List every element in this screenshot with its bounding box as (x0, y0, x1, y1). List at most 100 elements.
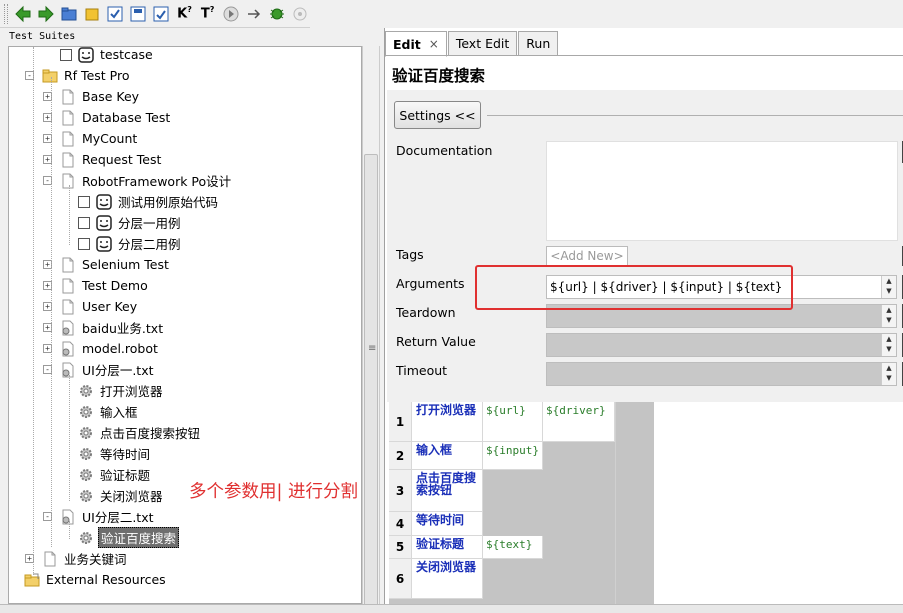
grid-row-number[interactable]: 4 (389, 512, 412, 536)
tree-item[interactable]: - UI分层一.txt (43, 359, 156, 380)
tab-run-label: Run (526, 36, 551, 51)
grid-argument-cell[interactable]: ${url} (483, 402, 543, 442)
tree-item-label: Database Test (82, 110, 171, 125)
tree-item[interactable]: + Base Key (43, 86, 141, 107)
timeout-field[interactable]: ▲ ▼ (546, 362, 897, 386)
test-checkbox[interactable] (78, 216, 90, 229)
tree-item[interactable]: 分层一用例 (61, 212, 183, 233)
toolbar-grip[interactable] (4, 3, 8, 24)
grid-keyword-cell[interactable]: 打开浏览器 (412, 402, 483, 442)
tree-item[interactable]: + 业务关键词 (25, 548, 129, 569)
tree-item[interactable]: + model.robot (43, 338, 160, 359)
grid-keyword-cell[interactable]: 关闭浏览器 (412, 559, 483, 599)
test-suites-tree[interactable]: testcase - Rf Test Pro + Base Key + Database T… (8, 46, 362, 604)
tree-item[interactable]: 等待时间 (61, 443, 152, 464)
grid-row-number[interactable]: 5 (389, 536, 412, 559)
tree-item-label: 点击百度搜索按钮 (100, 426, 201, 441)
tree-item[interactable]: - Rf Test Pro (25, 65, 131, 86)
grid-keyword-cell[interactable]: 输入框 (412, 442, 483, 470)
tree-item[interactable]: + baidu业务.txt (43, 317, 165, 338)
open-directory-button[interactable] (82, 3, 102, 24)
tree-item-label: model.robot (82, 341, 158, 356)
grid-row-number[interactable]: 6 (389, 559, 412, 599)
tree-item-label: UI分层一.txt (82, 363, 154, 378)
tree-item[interactable]: + User Key (43, 296, 139, 317)
tree-item[interactable]: 打开浏览器 (61, 380, 165, 401)
close-icon[interactable]: × (429, 37, 439, 51)
keyword-grid[interactable]: 1 打开浏览器 ${url} ${driver} 2 输入框 ${input} 3 点击百度搜索… (389, 402, 654, 608)
tree-item[interactable]: 测试用例原始代码 (61, 191, 220, 212)
timeout-spinner[interactable]: ▲ ▼ (881, 363, 896, 385)
tree-item[interactable]: 分层二用例 (61, 233, 183, 254)
settings-toggle-button[interactable]: Settings << (394, 101, 481, 129)
tree-item[interactable]: testcase (43, 47, 155, 65)
tab-edit[interactable]: Edit × (385, 31, 447, 57)
save-all-button[interactable] (128, 3, 148, 24)
grid-row-number[interactable]: 1 (389, 402, 412, 442)
grid-column-divider (615, 402, 616, 608)
grid-row-number[interactable]: 2 (389, 442, 412, 470)
tree-item[interactable]: + MyCount (43, 128, 139, 149)
test-checkbox[interactable] (78, 195, 90, 208)
grid-keyword-cell[interactable]: 点击百度搜索按钮 (412, 470, 483, 512)
settings-divider (487, 115, 903, 116)
save-as-button[interactable] (151, 3, 171, 24)
tree-item-label: RobotFramework Po设计 (82, 174, 232, 189)
return-value-field[interactable]: ▲ ▼ (546, 333, 897, 357)
teardown-spinner[interactable]: ▲ ▼ (881, 305, 896, 327)
grid-keyword-cell[interactable]: 等待时间 (412, 512, 483, 536)
tree-item[interactable]: - UI分层二.txt (43, 506, 156, 527)
file-icon (60, 299, 76, 315)
tree-scrollbar[interactable]: ≡ (362, 46, 380, 613)
folder-icon (42, 68, 58, 84)
editor-tabs: Edit × Text Edit Run (385, 31, 559, 57)
arguments-spinner[interactable]: ▲ ▼ (881, 276, 896, 298)
arrow-right-icon (38, 5, 54, 22)
settings-arrow-button[interactable] (244, 3, 264, 24)
resource-file-icon (60, 341, 76, 357)
tree-item-label: baidu业务.txt (82, 321, 164, 336)
search-tests-button[interactable]: T? (198, 3, 218, 24)
search-keywords-button[interactable]: K? (174, 3, 194, 24)
save-button[interactable] (105, 3, 125, 24)
return-value-spinner[interactable]: ▲ ▼ (881, 334, 896, 356)
save-icon (107, 6, 123, 21)
open-button[interactable] (59, 3, 79, 24)
file-icon (60, 173, 76, 189)
back-button[interactable] (13, 3, 33, 24)
tree-connector-line (69, 375, 70, 501)
tree-item-label: 关闭浏览器 (100, 489, 163, 504)
forward-button[interactable] (36, 3, 56, 24)
documentation-label: Documentation (396, 143, 493, 158)
scrollbar-thumb[interactable] (364, 154, 378, 613)
tree-item[interactable]: 验证标题 (61, 464, 152, 485)
tree-item[interactable]: + Selenium Test (43, 254, 171, 275)
tab-text-edit[interactable]: Text Edit (447, 31, 518, 55)
grid-keyword-cell[interactable]: 验证标题 (412, 536, 483, 559)
stop-button[interactable] (290, 3, 310, 24)
grid-argument-cell[interactable]: ${input} (483, 442, 543, 470)
grid-argument-cell[interactable]: ${text} (483, 536, 543, 559)
tree-item[interactable]: External Resources (9, 569, 168, 590)
tree-item-label: 业务关键词 (64, 552, 127, 567)
tree-item[interactable]: + Request Test (43, 149, 163, 170)
arguments-highlight-box (475, 265, 793, 310)
debug-button[interactable] (267, 3, 287, 24)
test-checkbox[interactable] (78, 237, 90, 250)
tags-add-new[interactable]: <Add New> (546, 246, 628, 266)
tab-run[interactable]: Run (518, 31, 559, 55)
tree-item[interactable]: 关闭浏览器 (61, 485, 165, 506)
tree-item[interactable]: - RobotFramework Po设计 (43, 170, 233, 191)
tree-item[interactable]: 验证百度搜索 (61, 527, 180, 548)
documentation-field[interactable] (546, 141, 898, 241)
grid-argument-cell[interactable]: ${driver} (543, 402, 615, 442)
tree-item[interactable]: + Test Demo (43, 275, 150, 296)
tree-item[interactable]: + Database Test (43, 107, 172, 128)
tree-item[interactable]: 点击百度搜索按钮 (61, 422, 202, 443)
test-checkbox[interactable] (60, 48, 72, 61)
run-button[interactable] (221, 3, 241, 24)
scrollbar-grip-icon: ≡ (368, 343, 377, 354)
tree-item[interactable]: 输入框 (61, 401, 140, 422)
return-value-label: Return Value (396, 334, 476, 349)
grid-row-number[interactable]: 3 (389, 470, 412, 512)
